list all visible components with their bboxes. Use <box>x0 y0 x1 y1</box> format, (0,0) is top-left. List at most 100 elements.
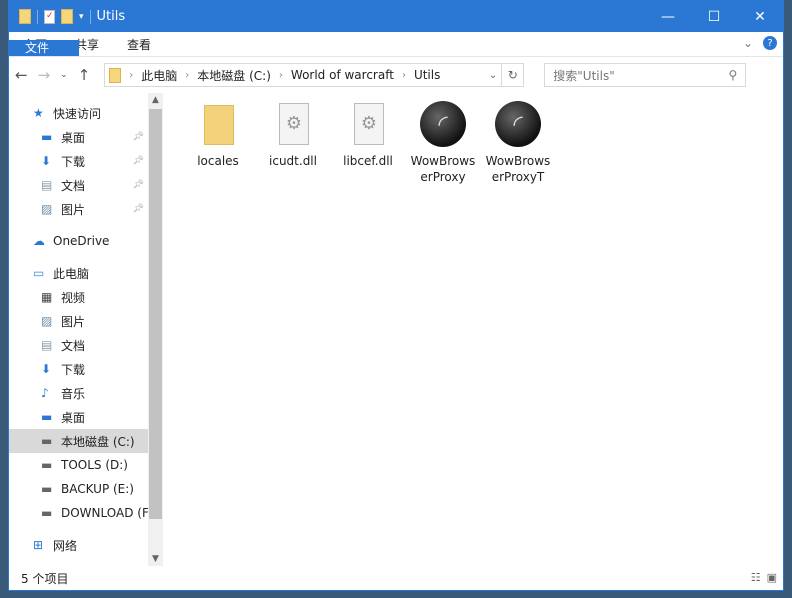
explorer-window: ▾ Utils — ☐ ✕ 文件 主页 共享 查看 ⌄ ? ← → ⌄ ↑ › … <box>8 0 784 591</box>
sidebar-item[interactable]: ▬ 桌面 📌︎ <box>9 125 148 149</box>
rss-app-icon: ◜ <box>495 101 541 147</box>
document-icon: ▤ <box>41 338 53 352</box>
scroll-up-icon[interactable]: ▲ <box>148 95 163 105</box>
download-icon: ⬇ <box>41 362 52 376</box>
window-title: Utils <box>96 9 126 24</box>
sidebar-item[interactable]: ▬ BACKUP (E:) <box>9 477 148 501</box>
sidebar-item-label: 桌面 <box>61 410 86 425</box>
sidebar-item[interactable]: ▨ 图片 📌︎ <box>9 197 148 221</box>
video-icon: ▦ <box>41 290 53 304</box>
rss-app-icon: ◜ <box>420 101 466 147</box>
scrollbar[interactable]: ▲ ▼ <box>148 93 163 566</box>
sidebar-item-label: 文档 <box>61 178 86 193</box>
sidebar-item[interactable]: ▬ DOWNLOAD (F:) <box>9 501 148 525</box>
file-name: libcef.dll <box>343 154 393 168</box>
computer-icon: ▭ <box>33 266 45 280</box>
details-view-button[interactable]: ☷ <box>751 571 761 584</box>
pictures-icon: ▨ <box>41 202 53 216</box>
large-icons-view-button[interactable]: ▣ <box>767 571 777 584</box>
search-icon[interactable]: ⚲ <box>728 68 737 82</box>
folder-icon <box>19 9 31 24</box>
refresh-button[interactable]: ↻ <box>501 64 523 86</box>
maximize-button[interactable]: ☐ <box>691 1 737 32</box>
sidebar-item-label: 音乐 <box>61 386 86 401</box>
chevron-right-icon[interactable]: › <box>402 70 406 81</box>
properties-icon[interactable] <box>44 9 55 24</box>
file-item[interactable]: ◜ WowBrowserProxy <box>408 101 478 185</box>
breadcrumb-wow[interactable]: World of warcraft <box>291 68 394 82</box>
customize-toolbar-icon[interactable]: ▾ <box>79 12 84 22</box>
file-item[interactable]: locales <box>183 101 253 169</box>
cloud-icon: ☁ <box>33 234 45 248</box>
scroll-down-icon[interactable]: ▼ <box>148 554 163 564</box>
sidebar-item-label: 图片 <box>61 314 86 329</box>
pin-icon[interactable]: 📌︎ <box>133 156 144 166</box>
desktop-icon: ▬ <box>41 410 53 424</box>
address-row: ← → ⌄ ↑ › 此电脑 › 本地磁盘 (C:) › World of war… <box>9 57 783 93</box>
sidebar-item[interactable]: ☁ OneDrive <box>9 229 148 253</box>
sidebar-item-label: 视频 <box>61 290 86 305</box>
item-count: 5 个项目 <box>21 571 69 586</box>
search-input[interactable]: 搜索"Utils" ⚲ <box>544 63 747 87</box>
forward-button[interactable]: → <box>38 66 51 84</box>
sidebar-item[interactable]: ▭ 此电脑 <box>9 261 148 285</box>
file-item[interactable]: ⚙ icudt.dll <box>258 101 328 169</box>
sidebar-item[interactable]: ▬ 本地磁盘 (C:) <box>9 429 148 453</box>
new-folder-icon[interactable] <box>61 9 73 24</box>
recent-locations-button[interactable]: ⌄ <box>60 70 68 80</box>
file-item[interactable]: ◜ WowBrowserProxyT <box>483 101 553 185</box>
drive-icon: ▬ <box>41 458 53 472</box>
back-button[interactable]: ← <box>15 66 28 84</box>
minimize-button[interactable]: — <box>645 1 691 32</box>
pin-icon[interactable]: 📌︎ <box>133 132 144 142</box>
folder-icon <box>109 67 122 83</box>
sidebar-item-label: 下载 <box>61 362 86 377</box>
sidebar-item[interactable]: ⬇ 下载 📌︎ <box>9 149 148 173</box>
expand-ribbon-icon[interactable]: ⌄ <box>743 36 753 50</box>
music-icon: ♪ <box>41 386 49 400</box>
document-icon: ▤ <box>41 178 53 192</box>
ribbon: 文件 主页 共享 查看 ⌄ ? <box>9 32 783 57</box>
sidebar-item[interactable]: ★ 快速访问 <box>9 101 148 125</box>
sidebar-item[interactable]: ▬ 桌面 <box>9 405 148 429</box>
sidebar-item-label: 图片 <box>61 202 86 217</box>
breadcrumb-drive-c[interactable]: 本地磁盘 (C:) <box>197 67 271 84</box>
sidebar-item[interactable]: ▦ 视频 <box>9 285 148 309</box>
pictures-icon: ▨ <box>41 314 53 328</box>
sidebar-item[interactable]: ▬ TOOLS (D:) <box>9 453 148 477</box>
drive-icon: ▬ <box>41 482 53 496</box>
up-button[interactable]: ↑ <box>78 66 91 84</box>
pin-icon[interactable]: 📌︎ <box>133 204 144 214</box>
breadcrumb-this-pc[interactable]: 此电脑 <box>141 67 177 84</box>
sidebar-item[interactable]: ⊞ 网络 <box>9 533 148 557</box>
sidebar-item[interactable]: ⬇ 下载 <box>9 357 148 381</box>
sidebar-item-label: OneDrive <box>53 234 110 248</box>
chevron-right-icon[interactable]: › <box>279 70 283 81</box>
tab-file[interactable]: 文件 <box>9 40 79 56</box>
pin-icon[interactable]: 📌︎ <box>133 180 144 190</box>
sidebar-item-label: 文档 <box>61 338 86 353</box>
sidebar-item-label: 下载 <box>61 154 86 169</box>
sidebar-item[interactable]: ♪ 音乐 <box>9 381 148 405</box>
sidebar-item-label: 网络 <box>53 538 78 553</box>
tab-view[interactable]: 查看 <box>113 32 165 56</box>
chevron-right-icon[interactable]: › <box>129 70 133 81</box>
file-list: locales ⚙ icudt.dll ⚙ libcef.dll ◜ WowBrowserP… <box>163 93 783 566</box>
sidebar-item-label: DOWNLOAD (F:) <box>61 506 148 520</box>
breadcrumb-utils[interactable]: Utils <box>414 68 440 82</box>
help-icon[interactable]: ? <box>763 36 777 50</box>
star-icon: ★ <box>33 106 44 120</box>
chevron-down-icon[interactable]: ⌄ <box>489 70 497 81</box>
sidebar-item[interactable]: ▨ 图片 <box>9 309 148 333</box>
close-button[interactable]: ✕ <box>737 1 783 32</box>
gear-file-icon: ⚙ <box>354 103 384 145</box>
sidebar-item[interactable]: ▤ 文档 📌︎ <box>9 173 148 197</box>
sidebar-item[interactable]: ▤ 文档 <box>9 333 148 357</box>
address-bar[interactable]: › 此电脑 › 本地磁盘 (C:) › World of warcraft › … <box>104 63 525 87</box>
file-item[interactable]: ⚙ libcef.dll <box>333 101 403 169</box>
scrollbar-thumb[interactable] <box>149 109 162 519</box>
chevron-right-icon[interactable]: › <box>185 70 189 81</box>
file-name: WowBrowserProxy <box>410 154 476 184</box>
divider <box>89 9 91 24</box>
desktop-icon: ▬ <box>41 130 53 144</box>
